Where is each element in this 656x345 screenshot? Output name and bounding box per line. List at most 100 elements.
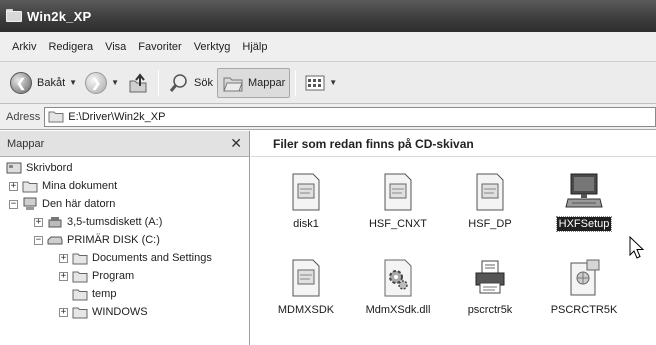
file-name: HSF_DP: [468, 218, 512, 230]
tree-item-label: 3,5-tumsdiskett (A:): [67, 216, 163, 228]
up-folder-button[interactable]: [123, 68, 153, 98]
close-icon[interactable]: ✕: [230, 135, 242, 152]
file-name: MdmXSdk.dll: [365, 304, 431, 316]
file-name: HXFSetup: [555, 216, 613, 232]
group-header: Filer som redan finns på CD-skivan: [251, 131, 656, 157]
tree-item-floppy[interactable]: + 3,5-tumsdiskett (A:): [34, 213, 162, 231]
drive-icon: [47, 236, 63, 245]
collapse-icon[interactable]: −: [34, 235, 43, 245]
file-name: MDMXSDK: [277, 304, 335, 316]
inf-file-icon: [292, 173, 320, 211]
back-arrow-icon: ❮: [10, 71, 32, 94]
file-pscrctr5k[interactable]: pscrctr5k: [445, 259, 535, 317]
folders-icon: [223, 77, 243, 91]
back-label: Bakåt: [37, 76, 66, 89]
forward-button[interactable]: ❯ ▼: [81, 68, 123, 98]
folders-button[interactable]: Mappar: [216, 67, 291, 98]
file-name: PSCRCTR5K: [550, 304, 618, 316]
tree-item-desktop[interactable]: Skrivbord: [6, 159, 72, 177]
folder-icon: [72, 253, 88, 265]
folder-icon: [48, 111, 64, 123]
menu-arkiv[interactable]: Arkiv: [6, 41, 42, 53]
tree-item-primary-disk[interactable]: − PRIMÄR DISK (C:): [34, 231, 160, 249]
address-bar: Adress E:\Driver\Win2k_XP: [0, 104, 656, 130]
menu-redigera[interactable]: Redigera: [42, 41, 99, 53]
dll-gear-icon: [384, 259, 412, 297]
address-value: E:\Driver\Win2k_XP: [68, 110, 166, 123]
file-hsf-cnxt[interactable]: HSF_CNXT: [353, 173, 443, 231]
file-disk1[interactable]: disk1: [261, 173, 351, 231]
tree-item-label: PRIMÄR DISK (C:): [67, 234, 160, 246]
collapse-icon[interactable]: −: [9, 199, 18, 209]
back-button[interactable]: ❮ Bakåt ▼: [6, 68, 81, 98]
folders-pane: Mappar ✕ Skrivbord + Mina dokument − Den…: [0, 131, 250, 345]
inf-file-icon: [476, 173, 504, 211]
views-icon: [305, 75, 325, 90]
menu-verktyg[interactable]: Verktyg: [188, 41, 237, 53]
tree-item-temp[interactable]: temp: [72, 285, 116, 303]
catalog-file-icon: [570, 259, 600, 296]
tree-item-my-documents[interactable]: + Mina dokument: [9, 177, 117, 195]
expand-icon[interactable]: +: [34, 217, 43, 227]
address-field[interactable]: E:\Driver\Win2k_XP: [44, 106, 656, 127]
search-button[interactable]: Sök: [164, 68, 217, 98]
search-icon: [169, 73, 187, 92]
tree-item-windows[interactable]: + WINDOWS: [59, 303, 148, 321]
menu-favoriter[interactable]: Favoriter: [132, 41, 187, 53]
tree-item-program[interactable]: + Program: [59, 267, 134, 285]
expand-icon[interactable]: +: [9, 181, 18, 191]
file-name: disk1: [293, 218, 319, 230]
up-folder-icon: [129, 72, 147, 92]
title-bar: Win2k_XP: [0, 0, 656, 32]
chevron-down-icon: ▼: [111, 78, 119, 87]
toolbar: ❮ Bakåt ▼ ❯ ▼ Sök Mappar ▼: [0, 62, 656, 104]
toolbar-separator: [157, 69, 159, 96]
tree-item-my-computer[interactable]: − Den här datorn: [9, 195, 115, 213]
file-hsf-dp[interactable]: HSF_DP: [445, 173, 535, 231]
menu-hjalp[interactable]: Hjälp: [236, 41, 273, 53]
tree-item-documents-and-settings[interactable]: + Documents and Settings: [59, 249, 212, 267]
folder-window-icon: [6, 9, 22, 23]
tree-item-label: Program: [92, 270, 135, 282]
folder-icon: [22, 181, 38, 193]
file-mdmxsdk[interactable]: MDMXSDK: [261, 259, 351, 317]
folder-icon: [72, 307, 88, 319]
file-hxfsetup[interactable]: HXFSetup: [539, 171, 629, 232]
computer-icon: [23, 197, 37, 210]
folders-label: Mappar: [247, 76, 286, 89]
tree-item-label: Den här datorn: [42, 198, 116, 210]
tree-item-label: temp: [92, 288, 117, 300]
printer-icon: [475, 260, 505, 294]
folder-icon: [72, 289, 88, 301]
search-label: Sök: [193, 76, 213, 89]
expand-icon[interactable]: +: [59, 271, 68, 281]
forward-arrow-icon: ❯: [85, 71, 108, 94]
inf-file-icon: [384, 173, 412, 211]
folders-pane-header: Mappar ✕: [0, 131, 249, 157]
inf-file-icon: [292, 259, 320, 297]
setup-computer-icon: [565, 173, 603, 208]
window-title: Win2k_XP: [27, 8, 92, 24]
expand-icon[interactable]: +: [59, 253, 68, 263]
desktop-icon: [6, 162, 22, 174]
folder-icon: [72, 271, 88, 283]
file-pscrctr5k-cat[interactable]: PSCRCTR5K: [539, 259, 629, 317]
mouse-pointer-icon: [629, 236, 645, 259]
address-label: Adress: [6, 110, 41, 123]
toolbar-separator: [295, 69, 297, 96]
tree-item-label: Documents and Settings: [92, 252, 212, 264]
file-view: Filer som redan finns på CD-skivan disk1…: [251, 131, 656, 345]
floppy-icon: [48, 217, 62, 228]
file-mdmxsdk-dll[interactable]: MdmXSdk.dll: [353, 259, 443, 317]
tree-item-label: Skrivbord: [26, 162, 73, 174]
chevron-down-icon: ▼: [69, 78, 78, 87]
menu-visa[interactable]: Visa: [99, 41, 132, 53]
file-name: pscrctr5k: [467, 304, 513, 316]
menu-bar: Arkiv Redigera Visa Favoriter Verktyg Hj…: [0, 32, 656, 62]
chevron-down-icon: ▼: [329, 78, 338, 87]
tree-item-label: WINDOWS: [92, 306, 148, 318]
file-name: HSF_CNXT: [368, 218, 428, 230]
folders-pane-title: Mappar: [7, 137, 45, 150]
expand-icon[interactable]: +: [59, 307, 68, 317]
views-button[interactable]: ▼: [301, 68, 341, 98]
